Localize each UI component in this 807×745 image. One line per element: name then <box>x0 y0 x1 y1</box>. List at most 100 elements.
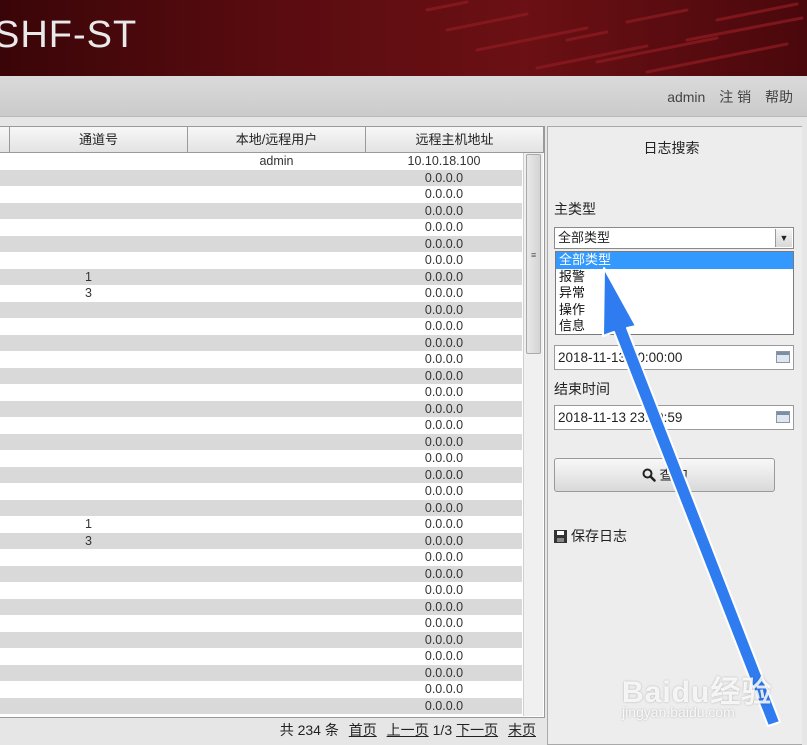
host-cell: 0.0.0.0 <box>424 517 464 531</box>
next-page-link[interactable]: 下一页 <box>456 722 498 738</box>
table-row[interactable]: 0.0.0.0 <box>0 202 522 219</box>
main-type-select[interactable]: 全部类型 ▼ <box>554 227 794 249</box>
table-row[interactable]: 0.0.0.0 <box>0 697 522 714</box>
table-row[interactable]: 0.0.0.0 <box>0 582 522 599</box>
host-cell: 0.0.0.0 <box>424 302 464 317</box>
table-row[interactable]: 0.0.0.0 <box>0 219 522 236</box>
host-cell: 0.0.0.0 <box>424 203 464 218</box>
host-cell: 0.0.0.0 <box>424 385 464 399</box>
log-search-panel: 日志搜索 主类型 全部类型 ▼ 全部类型 报警 异常 操作 信息 2018-11… <box>547 126 802 745</box>
host-cell: 0.0.0.0 <box>424 484 464 498</box>
end-time-input[interactable]: 2018-11-13 23:59:59 <box>554 405 794 430</box>
column-header-host[interactable]: 远程主机地址 <box>366 127 544 152</box>
app-header: SHF-ST <box>0 0 807 76</box>
table-scrollbar[interactable]: ≡ <box>523 153 543 716</box>
header-decoration <box>425 0 804 74</box>
host-cell: 0.0.0.0 <box>424 418 464 432</box>
host-cell: 0.0.0.0 <box>424 335 464 350</box>
dropdown-option[interactable]: 操作 <box>556 302 793 319</box>
dropdown-option[interactable]: 报警 <box>556 269 793 286</box>
search-button[interactable]: 查询 <box>554 458 775 492</box>
start-time-input[interactable]: 2018-11-13 00:00:00 <box>554 345 794 370</box>
logout-link[interactable]: 注 销 <box>719 89 751 105</box>
table-row[interactable]: 0.0.0.0 <box>0 235 522 252</box>
table-row[interactable]: 0.0.0.0 <box>0 549 522 566</box>
table-row[interactable]: 0.0.0.0 <box>0 301 522 318</box>
host-cell: 0.0.0.0 <box>424 599 464 614</box>
calendar-icon[interactable] <box>776 411 790 423</box>
table-row[interactable]: 0.0.0.0 <box>0 433 522 450</box>
save-log-button[interactable]: 保存日志 <box>554 526 627 546</box>
total-count: 共 234 条 <box>279 722 339 738</box>
host-cell: 0.0.0.0 <box>424 632 464 647</box>
start-time-value: 2018-11-13 00:00:00 <box>558 350 683 365</box>
scrollbar-thumb[interactable]: ≡ <box>526 154 541 354</box>
table-header-edge <box>0 127 10 152</box>
table-row[interactable]: 1 0.0.0.0 <box>0 516 522 533</box>
host-cell: 0.0.0.0 <box>424 170 464 185</box>
host-cell: 0.0.0.0 <box>424 451 464 465</box>
table-row[interactable]: 0.0.0.0 <box>0 615 522 632</box>
table-row[interactable]: admin 10.10.18.100 <box>0 153 522 170</box>
table-row[interactable]: 0.0.0.0 <box>0 499 522 516</box>
host-cell: 0.0.0.0 <box>424 220 464 234</box>
table-row[interactable]: 0.0.0.0 <box>0 384 522 401</box>
dropdown-option[interactable]: 全部类型 <box>556 252 793 269</box>
main-type-label: 主类型 <box>554 201 596 217</box>
host-cell: 0.0.0.0 <box>424 401 464 416</box>
table-row[interactable]: 0.0.0.0 <box>0 648 522 665</box>
host-cell: 0.0.0.0 <box>424 649 464 663</box>
table-row[interactable]: 0.0.0.0 <box>0 681 522 698</box>
host-cell: 0.0.0.0 <box>424 352 464 366</box>
table-row[interactable]: 3 0.0.0.0 <box>0 285 522 302</box>
host-cell: 0.0.0.0 <box>424 682 464 696</box>
table-row[interactable]: 1 0.0.0.0 <box>0 268 522 285</box>
host-cell: 0.0.0.0 <box>424 368 464 383</box>
table-row[interactable]: 0.0.0.0 <box>0 598 522 615</box>
host-cell: 0.0.0.0 <box>424 434 464 449</box>
chevron-down-icon[interactable]: ▼ <box>775 229 792 247</box>
table-row[interactable]: 0.0.0.0 <box>0 400 522 417</box>
host-cell: 0.0.0.0 <box>424 269 464 284</box>
dropdown-option[interactable]: 异常 <box>556 285 793 302</box>
table-row[interactable]: 0.0.0.0 <box>0 367 522 384</box>
table-row[interactable]: 0.0.0.0 <box>0 334 522 351</box>
column-header-channel[interactable]: 通道号 <box>10 127 188 152</box>
host-cell: 0.0.0.0 <box>424 286 464 300</box>
pagination: 共 234 条 首页 上一页 1/3 下一页 末页 <box>0 716 544 745</box>
host-cell: 0.0.0.0 <box>424 500 464 515</box>
table-row[interactable]: 0.0.0.0 <box>0 466 522 483</box>
table-row[interactable]: 0.0.0.0 <box>0 565 522 582</box>
host-cell: 0.0.0.0 <box>424 616 464 630</box>
main-type-value: 全部类型 <box>558 230 611 245</box>
current-user-link[interactable]: admin <box>667 89 705 105</box>
table-row[interactable]: 0.0.0.0 <box>0 483 522 500</box>
help-link[interactable]: 帮助 <box>765 89 793 105</box>
channel-cell: 3 <box>85 286 92 300</box>
prev-page-link[interactable]: 上一页 <box>387 722 429 738</box>
main-type-dropdown: 全部类型 报警 异常 操作 信息 <box>555 251 794 335</box>
last-page-link[interactable]: 末页 <box>508 722 536 738</box>
host-cell: 0.0.0.0 <box>424 319 464 333</box>
dropdown-option[interactable]: 信息 <box>556 318 793 335</box>
calendar-icon[interactable] <box>776 351 790 363</box>
table-row[interactable]: 0.0.0.0 <box>0 318 522 335</box>
app-title: SHF-ST <box>0 14 138 56</box>
first-page-link[interactable]: 首页 <box>349 722 377 738</box>
column-header-user[interactable]: 本地/远程用户 <box>188 127 366 152</box>
table-row[interactable]: 0.0.0.0 <box>0 417 522 434</box>
table-row[interactable]: 0.0.0.0 <box>0 631 522 648</box>
table-row[interactable]: 0.0.0.0 <box>0 450 522 467</box>
table-row[interactable]: 3 0.0.0.0 <box>0 532 522 549</box>
table-row[interactable]: 0.0.0.0 <box>0 664 522 681</box>
host-cell: 0.0.0.0 <box>424 583 464 597</box>
end-time-value: 2018-11-13 23:59:59 <box>558 410 683 425</box>
table-row[interactable]: 0.0.0.0 <box>0 186 522 203</box>
save-log-label: 保存日志 <box>571 528 627 544</box>
search-icon <box>642 468 656 482</box>
table-row[interactable]: 0.0.0.0 <box>0 252 522 269</box>
top-nav: admin 注 销 帮助 <box>0 76 807 117</box>
channel-cell: 1 <box>85 269 92 284</box>
table-row[interactable]: 0.0.0.0 <box>0 169 522 186</box>
table-row[interactable]: 0.0.0.0 <box>0 351 522 368</box>
